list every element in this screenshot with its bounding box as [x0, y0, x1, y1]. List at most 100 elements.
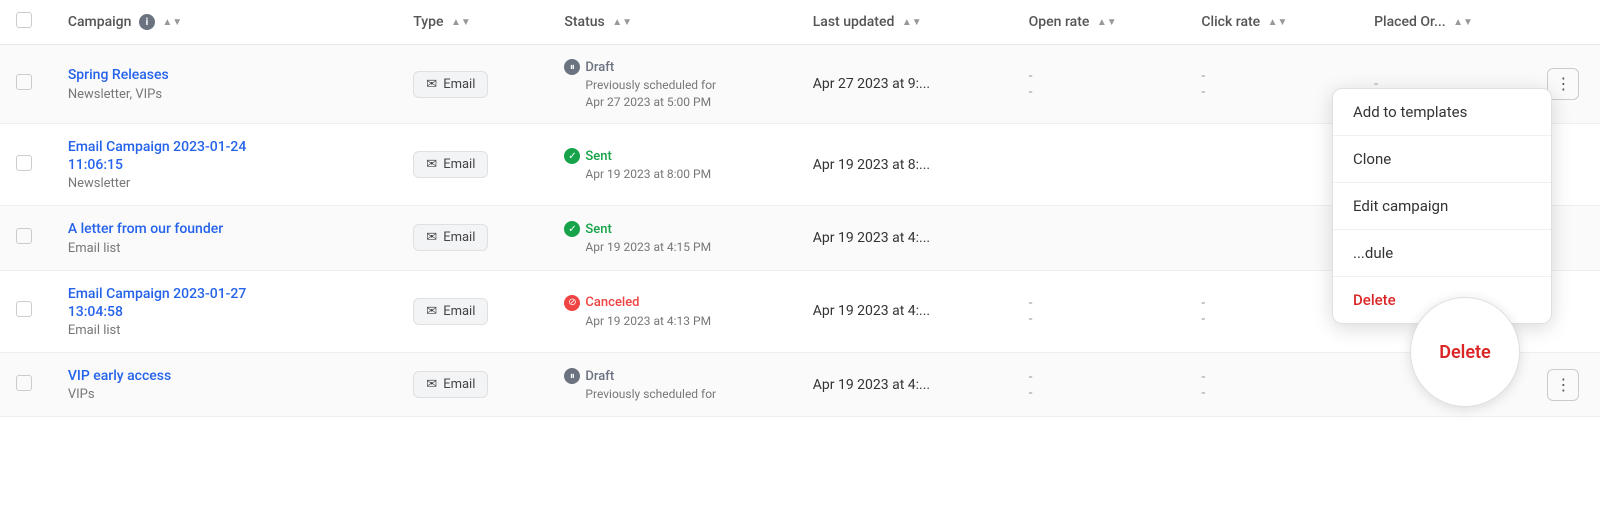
- status-detail: Previously scheduled for: [585, 78, 780, 92]
- status-wrap: ✓ Sent Apr 19 2023 at 8:00 PM: [564, 148, 780, 181]
- status-label: Draft: [585, 60, 614, 75]
- open-rate-value: -: [1029, 295, 1033, 311]
- click-rate-value: -: [1201, 295, 1205, 311]
- status-label: Canceled: [585, 295, 639, 310]
- context-menu-item-reschedule[interactable]: ...dule: [1333, 230, 1551, 277]
- column-header-open-rate[interactable]: Open rate ▲▼: [1013, 0, 1186, 45]
- context-menu: Add to templates Clone Edit campaign ...…: [1332, 88, 1552, 324]
- delete-circle-button[interactable]: Delete: [1410, 297, 1520, 407]
- open-rate-value: -: [1029, 369, 1033, 385]
- last-updated-value: Apr 27 2023 at 9:...: [813, 76, 930, 92]
- last-updated-value: Apr 19 2023 at 4:...: [813, 377, 930, 393]
- open-rate-value: -: [1029, 68, 1033, 84]
- click-rate-value-2: -: [1201, 385, 1205, 401]
- type-label: Email: [443, 77, 475, 92]
- campaign-name[interactable]: Email Campaign 2023-01-2713:04:58: [68, 285, 381, 321]
- type-label: Email: [443, 304, 475, 319]
- mail-icon: ✉: [426, 77, 437, 92]
- click-rate-sort-icon[interactable]: ▲▼: [1268, 17, 1288, 28]
- status-detail: Apr 19 2023 at 4:13 PM: [585, 314, 780, 328]
- last-updated-column-label: Last updated: [813, 14, 895, 30]
- campaign-info-icon[interactable]: i: [139, 14, 155, 30]
- campaign-name[interactable]: Email Campaign 2023-01-2411:06:15: [68, 138, 381, 174]
- status-detail-2: Apr 27 2023 at 5:00 PM: [585, 95, 780, 109]
- campaign-subtitle: Email list: [68, 323, 381, 338]
- table-header-row: Campaign i ▲▼ Type ▲▼ Status ▲▼ Last upd…: [0, 0, 1600, 45]
- status-detail: Apr 19 2023 at 4:15 PM: [585, 240, 780, 254]
- campaign-sort-icon[interactable]: ▲▼: [162, 17, 182, 28]
- column-header-campaign[interactable]: Campaign i ▲▼: [52, 0, 397, 45]
- column-header-status[interactable]: Status ▲▼: [548, 0, 796, 45]
- type-sort-icon[interactable]: ▲▼: [451, 17, 471, 28]
- context-menu-item-add-to-templates[interactable]: Add to templates: [1333, 89, 1551, 136]
- mail-icon: ✉: [426, 157, 437, 172]
- delete-circle-label: Delete: [1439, 342, 1491, 363]
- column-header-last-updated[interactable]: Last updated ▲▼: [797, 0, 1013, 45]
- type-badge: ✉ Email: [413, 151, 488, 178]
- campaign-subtitle: Newsletter, VIPs: [68, 87, 381, 102]
- type-badge: ✉ Email: [413, 71, 488, 98]
- campaign-name[interactable]: VIP early access: [68, 367, 381, 385]
- type-label: Email: [443, 230, 475, 245]
- column-header-actions: [1531, 0, 1600, 45]
- row-checkbox-4[interactable]: [16, 301, 32, 317]
- row-checkbox-3[interactable]: [16, 228, 32, 244]
- status-label: Draft: [585, 369, 614, 384]
- type-label: Email: [443, 157, 475, 172]
- open-rate-value-2: -: [1029, 385, 1033, 401]
- status-dot: ⊘: [564, 295, 580, 311]
- mail-icon: ✉: [426, 377, 437, 392]
- status-wrap: ⏸ Draft Previously scheduled for: [564, 368, 780, 401]
- status-row: ⏸ Draft: [564, 368, 780, 384]
- type-column-label: Type: [413, 14, 443, 30]
- type-badge: ✉ Email: [413, 298, 488, 325]
- placed-orders-column-label: Placed Or...: [1374, 14, 1446, 30]
- placed-orders-sort-icon[interactable]: ▲▼: [1453, 17, 1473, 28]
- campaign-name[interactable]: Spring Releases: [68, 66, 381, 84]
- type-label: Email: [443, 377, 475, 392]
- status-sort-icon[interactable]: ▲▼: [612, 17, 632, 28]
- click-rate-value-2: -: [1201, 84, 1205, 100]
- row-actions-button[interactable]: ⋮: [1547, 369, 1579, 401]
- row-checkbox-2[interactable]: [16, 155, 32, 171]
- campaign-subtitle: VIPs: [68, 387, 381, 402]
- status-label: Sent: [585, 222, 611, 237]
- column-header-click-rate[interactable]: Click rate ▲▼: [1185, 0, 1358, 45]
- open-rate-value-2: -: [1029, 84, 1033, 100]
- context-menu-item-clone[interactable]: Clone: [1333, 136, 1551, 183]
- campaign-subtitle: Email list: [68, 241, 381, 256]
- status-detail: Apr 19 2023 at 8:00 PM: [585, 167, 780, 181]
- status-dot: ⏸: [564, 368, 580, 384]
- open-rate-value-2: -: [1029, 311, 1033, 327]
- status-label: Sent: [585, 149, 611, 164]
- status-dot: ✓: [564, 221, 580, 237]
- select-all-header: [0, 0, 52, 45]
- status-column-label: Status: [564, 14, 604, 30]
- last-updated-sort-icon[interactable]: ▲▼: [902, 17, 922, 28]
- status-row: ✓ Sent: [564, 148, 780, 164]
- row-checkbox-5[interactable]: [16, 375, 32, 391]
- context-menu-item-edit-campaign[interactable]: Edit campaign: [1333, 183, 1551, 230]
- column-header-type[interactable]: Type ▲▼: [397, 0, 548, 45]
- row-checkbox-1[interactable]: [16, 74, 32, 90]
- select-all-checkbox[interactable]: [16, 12, 32, 28]
- open-rate-sort-icon[interactable]: ▲▼: [1097, 17, 1117, 28]
- status-row: ⊘ Canceled: [564, 295, 780, 311]
- mail-icon: ✉: [426, 304, 437, 319]
- mail-icon: ✉: [426, 230, 437, 245]
- column-header-placed-orders[interactable]: Placed Or... ▲▼: [1358, 0, 1531, 45]
- table-row: VIP early access VIPs ✉ Email ⏸ Draft Pre…: [0, 352, 1600, 416]
- status-detail: Previously scheduled for: [585, 387, 780, 401]
- type-badge: ✉ Email: [413, 224, 488, 251]
- last-updated-value: Apr 19 2023 at 4:...: [813, 303, 930, 319]
- campaigns-table-container: Campaign i ▲▼ Type ▲▼ Status ▲▼ Last upd…: [0, 0, 1600, 417]
- open-rate-column-label: Open rate: [1029, 14, 1090, 30]
- click-rate-value: -: [1201, 68, 1205, 84]
- campaign-name[interactable]: A letter from our founder: [68, 220, 381, 238]
- status-dot: ⏸: [564, 59, 580, 75]
- click-rate-column-label: Click rate: [1201, 14, 1260, 30]
- campaign-column-label: Campaign: [68, 14, 132, 30]
- status-row: ⏸ Draft: [564, 59, 780, 75]
- last-updated-value: Apr 19 2023 at 4:...: [813, 230, 930, 246]
- status-wrap: ✓ Sent Apr 19 2023 at 4:15 PM: [564, 221, 780, 254]
